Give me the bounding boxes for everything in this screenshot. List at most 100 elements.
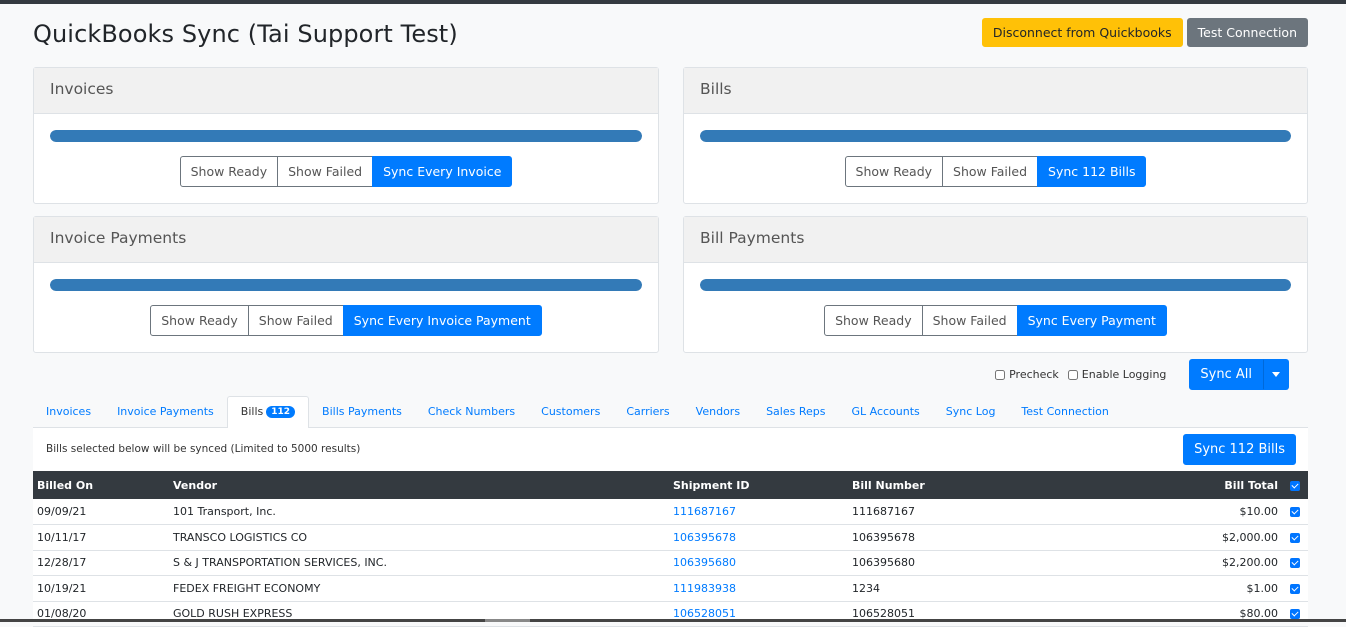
row-checkbox[interactable] bbox=[1290, 583, 1300, 594]
tab-bills-payments[interactable]: Bills Payments bbox=[309, 396, 415, 428]
invoice-payments-progress-bar bbox=[50, 279, 642, 291]
tab-label: Customers bbox=[541, 405, 601, 418]
col-billed-on[interactable]: Billed On bbox=[33, 471, 169, 499]
vendor-cell: GOLD RUSH EXPRESS bbox=[169, 601, 669, 627]
bill-payments-card: Bill Payments Show Ready Show Failed Syn… bbox=[683, 216, 1308, 353]
vendor-cell: FEDEX FREIGHT ECONOMY bbox=[169, 575, 669, 602]
shipment-id-link[interactable]: 106395678 bbox=[669, 524, 848, 551]
table-row: 12/28/17 S & J TRANSPORTATION SERVICES, … bbox=[33, 550, 1308, 576]
sync-every-payment-button[interactable]: Sync Every Payment bbox=[1016, 305, 1167, 336]
vendor-cell: 101 Transport, Inc. bbox=[169, 499, 669, 525]
tab-label: Vendors bbox=[695, 405, 741, 418]
tab-vendors[interactable]: Vendors bbox=[683, 396, 753, 428]
bills-progress bbox=[700, 130, 1291, 142]
bill-payments-button-group: Show Ready Show Failed Sync Every Paymen… bbox=[684, 305, 1307, 336]
enable-logging-option[interactable]: Enable Logging bbox=[1067, 368, 1166, 381]
invoice-payments-card: Invoice Payments Show Ready Show Failed … bbox=[33, 216, 659, 353]
tab-test-connection[interactable]: Test Connection bbox=[1008, 396, 1121, 428]
vendor-cell: S & J TRANSPORTATION SERVICES, INC. bbox=[169, 550, 669, 576]
bill-total-cell: $1.00 bbox=[1098, 575, 1282, 602]
invoice-payments-show-ready-button[interactable]: Show Ready bbox=[150, 305, 249, 336]
panel-sync-bills-button[interactable]: Sync 112 Bills bbox=[1183, 434, 1296, 465]
bill-number-cell: 111687167 bbox=[848, 499, 1098, 525]
bill-total-cell: $80.00 bbox=[1098, 601, 1282, 627]
tab-label: Check Numbers bbox=[427, 405, 516, 418]
bill-total-cell: $2,000.00 bbox=[1098, 524, 1282, 551]
row-select-cell bbox=[1282, 524, 1308, 551]
top-border bbox=[0, 0, 1346, 4]
sync-every-invoice-payment-button[interactable]: Sync Every Invoice Payment bbox=[342, 305, 542, 336]
page-title: QuickBooks Sync (Tai Support Test) bbox=[33, 20, 458, 48]
invoices-show-failed-button[interactable]: Show Failed bbox=[277, 156, 374, 187]
bills-tab-panel: Bills selected below will be synced (Lim… bbox=[33, 428, 1308, 627]
bill-number-cell: 106528051 bbox=[848, 601, 1098, 627]
sync-all-button[interactable]: Sync All bbox=[1189, 359, 1263, 390]
tab-label: GL Accounts bbox=[851, 405, 920, 418]
tab-label: Invoices bbox=[46, 405, 92, 418]
tab-check-numbers[interactable]: Check Numbers bbox=[415, 396, 528, 428]
billed-on-cell: 01/08/20 bbox=[33, 601, 169, 627]
tab-invoices[interactable]: Invoices bbox=[33, 396, 104, 428]
row-checkbox[interactable] bbox=[1290, 609, 1300, 620]
test-connection-button[interactable]: Test Connection bbox=[1186, 18, 1308, 47]
bill-number-cell: 106395678 bbox=[848, 524, 1098, 551]
invoices-show-ready-button[interactable]: Show Ready bbox=[179, 156, 279, 187]
row-select-cell bbox=[1282, 550, 1308, 576]
bill-payments-show-failed-button[interactable]: Show Failed bbox=[921, 305, 1018, 336]
enable-logging-checkbox[interactable] bbox=[1067, 369, 1078, 380]
sync-every-invoice-button[interactable]: Sync Every Invoice bbox=[372, 156, 513, 187]
bills-show-failed-button[interactable]: Show Failed bbox=[942, 156, 1039, 187]
billed-on-cell: 12/28/17 bbox=[33, 550, 169, 576]
tab-bills[interactable]: Bills 112 bbox=[226, 396, 310, 429]
tab-label: Carriers bbox=[626, 405, 670, 418]
table-row: 10/19/21 FEDEX FREIGHT ECONOMY 111983938… bbox=[33, 575, 1308, 602]
bill-payments-show-ready-button[interactable]: Show Ready bbox=[824, 305, 923, 336]
tab-bar: Invoices Invoice Payments Bills 112 Bills… bbox=[33, 396, 1308, 429]
bills-button-group: Show Ready Show Failed Sync 112 Bills bbox=[684, 156, 1307, 187]
table-row: 01/08/20 GOLD RUSH EXPRESS 106528051 106… bbox=[33, 601, 1308, 627]
tab-gl-accounts[interactable]: GL Accounts bbox=[838, 396, 932, 428]
bills-card: Bills Show Ready Show Failed Sync 112 Bi… bbox=[683, 67, 1308, 204]
bill-payments-progress-bar bbox=[700, 279, 1291, 291]
invoices-progress-bar bbox=[50, 130, 642, 142]
bill-total-cell: $10.00 bbox=[1098, 499, 1282, 525]
tab-invoice-payments[interactable]: Invoice Payments bbox=[104, 396, 227, 428]
sync-all-split-button: Sync All bbox=[1189, 359, 1289, 390]
col-bill-total[interactable]: Bill Total bbox=[1098, 471, 1282, 499]
table-row: 09/09/21 101 Transport, Inc. 111687167 1… bbox=[33, 499, 1308, 525]
disconnect-button[interactable]: Disconnect from Quickbooks bbox=[981, 18, 1183, 47]
row-checkbox[interactable] bbox=[1290, 507, 1300, 517]
col-shipment-id[interactable]: Shipment ID bbox=[669, 471, 848, 499]
select-all-checkbox[interactable] bbox=[1290, 480, 1300, 491]
sync-bills-button[interactable]: Sync 112 Bills bbox=[1037, 156, 1147, 187]
bill-total-cell: $2,200.00 bbox=[1098, 550, 1282, 576]
sync-all-dropdown-toggle[interactable] bbox=[1263, 359, 1289, 390]
bill-payments-progress bbox=[700, 279, 1291, 291]
tab-label: Invoice Payments bbox=[117, 405, 214, 418]
shipment-id-link[interactable]: 111687167 bbox=[669, 499, 848, 525]
tab-sales-reps[interactable]: Sales Reps bbox=[753, 396, 838, 428]
col-bill-number[interactable]: Bill Number bbox=[848, 471, 1098, 499]
row-checkbox[interactable] bbox=[1290, 532, 1300, 543]
tab-label: Sync Log bbox=[945, 405, 996, 418]
bills-show-ready-button[interactable]: Show Ready bbox=[844, 156, 944, 187]
table-row: 10/11/17 TRANSCO LOGISTICS CO 106395678 … bbox=[33, 524, 1308, 551]
row-checkbox[interactable] bbox=[1290, 558, 1300, 569]
precheck-option[interactable]: Precheck bbox=[995, 368, 1059, 381]
precheck-checkbox[interactable] bbox=[995, 369, 1006, 380]
shipment-id-link[interactable]: 111983938 bbox=[669, 575, 848, 602]
tab-carriers[interactable]: Carriers bbox=[613, 396, 682, 428]
tab-label: Bills bbox=[240, 405, 264, 418]
invoices-button-group: Show Ready Show Failed Sync Every Invoic… bbox=[34, 156, 658, 187]
bills-progress-bar bbox=[700, 130, 1291, 142]
tab-customers[interactable]: Customers bbox=[528, 396, 613, 428]
invoice-payments-progress bbox=[50, 279, 642, 291]
shipment-id-link[interactable]: 106395680 bbox=[669, 550, 848, 576]
tab-sync-log[interactable]: Sync Log bbox=[933, 396, 1009, 428]
invoices-card: Invoices Show Ready Show Failed Sync Eve… bbox=[33, 67, 659, 204]
invoice-payments-show-failed-button[interactable]: Show Failed bbox=[247, 305, 344, 336]
col-vendor[interactable]: Vendor bbox=[169, 471, 669, 499]
vendor-cell: TRANSCO LOGISTICS CO bbox=[169, 524, 669, 551]
row-select-cell bbox=[1282, 499, 1308, 525]
shipment-id-link[interactable]: 106528051 bbox=[669, 601, 848, 627]
